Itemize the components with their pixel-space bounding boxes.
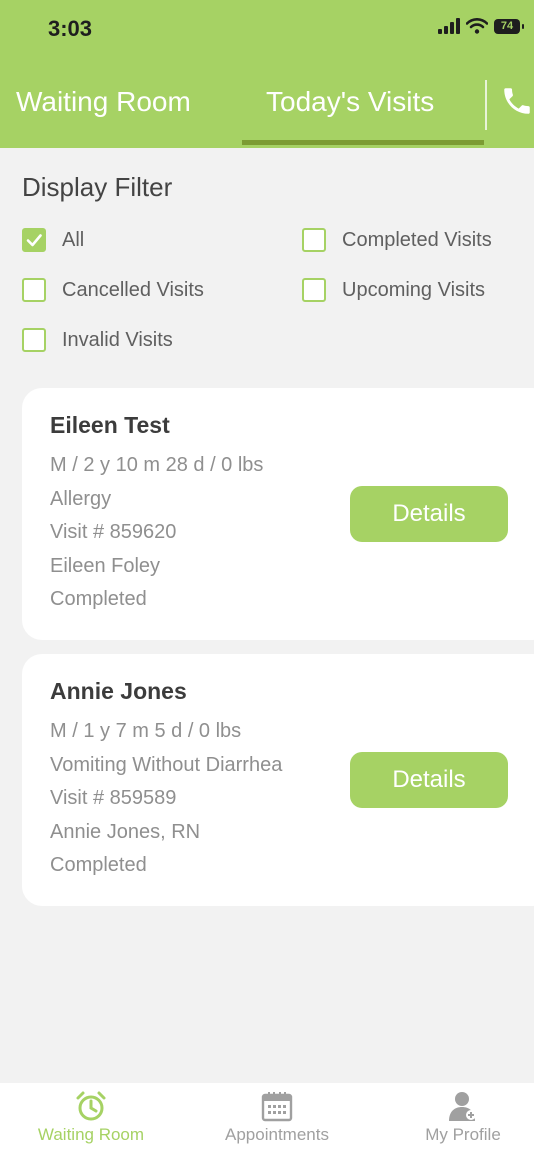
- checkbox-unchecked[interactable]: [302, 228, 326, 252]
- filter-completed-checkbox[interactable]: Completed Visits: [302, 228, 492, 252]
- check-icon: [26, 234, 42, 247]
- tab-divider: [485, 80, 487, 130]
- checkbox-unchecked[interactable]: [22, 328, 46, 352]
- provider-name: Eileen Foley: [50, 555, 161, 577]
- app-screen: 3:03 74 Waiting Room Today's Visits Disp…: [0, 0, 534, 1162]
- visit-status: Completed: [50, 588, 147, 610]
- checkbox-unchecked[interactable]: [22, 278, 46, 302]
- provider-name: Annie Jones, RN: [50, 821, 201, 843]
- status-icons: 74: [438, 18, 524, 34]
- filter-completed-label: Completed Visits: [342, 228, 492, 251]
- nav-waiting-room-label: Waiting Room: [37, 1125, 145, 1144]
- nav-my-profile[interactable]: My Profile: [374, 1083, 534, 1162]
- user-icon: [449, 1092, 476, 1121]
- alarm-clock-icon: [76, 1091, 106, 1121]
- filter-invalid-label: Invalid Visits: [62, 328, 173, 351]
- filter-invalid-checkbox[interactable]: Invalid Visits: [22, 328, 173, 352]
- visit-card: Annie Jones M / 1 y 7 m 5 d / 0 lbs Vomi…: [22, 654, 534, 906]
- filter-all-label: All: [62, 228, 85, 251]
- tab-waiting-room[interactable]: Waiting Room: [16, 86, 191, 118]
- visit-number: Visit # 859589: [50, 787, 177, 809]
- visit-reason: Vomiting Without Diarrhea: [50, 754, 283, 776]
- visit-number: Visit # 859620: [50, 521, 177, 543]
- tab-todays-visits[interactable]: Today's Visits: [266, 86, 434, 118]
- patient-demographics: M / 2 y 10 m 28 d / 0 lbs: [50, 454, 264, 476]
- bottom-nav: Waiting Room Appointments My Profile: [0, 1083, 534, 1162]
- filter-cancelled-label: Cancelled Visits: [62, 278, 204, 301]
- filter-upcoming-checkbox[interactable]: Upcoming Visits: [302, 278, 485, 302]
- calendar-icon: [261, 1092, 293, 1122]
- phone-icon[interactable]: [500, 84, 534, 118]
- nav-my-profile-label: My Profile: [425, 1125, 501, 1144]
- details-button[interactable]: Details: [350, 486, 508, 542]
- status-time: 3:03: [48, 16, 93, 41]
- nav-appointments-label: Appointments: [225, 1125, 329, 1144]
- patient-demographics: M / 1 y 7 m 5 d / 0 lbs: [50, 720, 242, 742]
- visit-status: Completed: [50, 854, 147, 876]
- tab-bar: Waiting Room Today's Visits: [0, 72, 534, 148]
- visit-card: Eileen Test M / 2 y 10 m 28 d / 0 lbs Al…: [22, 388, 534, 640]
- header: 3:03 74 Waiting Room Today's Visits: [0, 0, 534, 148]
- battery-icon: 74: [494, 18, 524, 34]
- display-filter-title: Display Filter: [22, 172, 173, 202]
- visit-reason: Allergy: [50, 488, 112, 510]
- patient-name: Annie Jones: [50, 678, 187, 704]
- nav-appointments[interactable]: Appointments: [188, 1083, 366, 1162]
- patient-name: Eileen Test: [50, 412, 170, 438]
- checkbox-checked[interactable]: [22, 228, 46, 252]
- filter-upcoming-label: Upcoming Visits: [342, 278, 486, 301]
- nav-waiting-room[interactable]: Waiting Room: [2, 1083, 180, 1162]
- wifi-icon: [466, 18, 488, 34]
- active-tab-indicator: [242, 140, 484, 145]
- filter-cancelled-checkbox[interactable]: Cancelled Visits: [22, 278, 204, 302]
- filter-all-checkbox[interactable]: All: [22, 228, 84, 252]
- details-button[interactable]: Details: [350, 752, 508, 808]
- signal-icon: [438, 18, 460, 34]
- checkbox-unchecked[interactable]: [302, 278, 326, 302]
